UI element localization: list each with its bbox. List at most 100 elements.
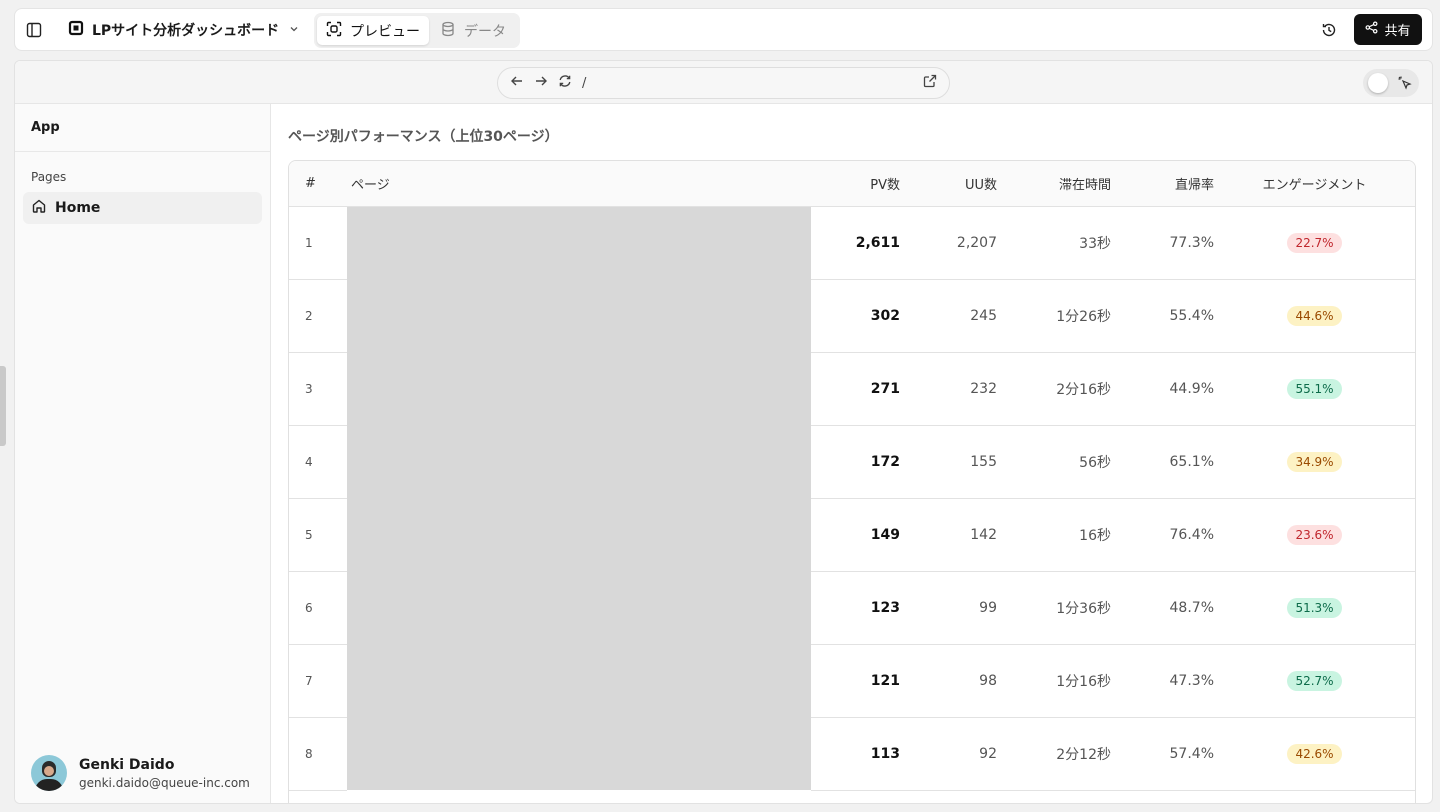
tab-preview[interactable]: プレビュー xyxy=(317,16,429,45)
window-scroll-handle[interactable] xyxy=(0,366,6,446)
pv-cell: 121 xyxy=(811,644,900,718)
history-icon[interactable] xyxy=(1320,21,1338,39)
chevron-down-icon xyxy=(289,24,299,37)
bounce-cell: 55.4% xyxy=(1111,279,1214,353)
app-sidebar: App Pages Home Genki Daido genki.daido@q… xyxy=(15,104,271,803)
engagement-badge: 55.1% xyxy=(1287,378,1342,399)
table-row[interactable]: 6 123 99 1分36秒 48.7% 51.3% xyxy=(289,571,1415,645)
engagement-cell: 34.9% xyxy=(1214,425,1415,499)
scan-icon xyxy=(326,21,342,41)
bounce-cell: 47.3% xyxy=(1111,644,1214,718)
time-cell: 2分16秒 xyxy=(997,352,1111,426)
page-cell xyxy=(347,206,811,279)
sidebar-toggle-icon[interactable] xyxy=(25,21,43,39)
page-cell xyxy=(347,498,811,571)
sidebar-item-label: Home xyxy=(55,200,101,216)
column-header-uu[interactable]: UU数 xyxy=(900,161,997,207)
pages-section-label: Pages xyxy=(31,170,67,184)
rank-cell: 6 xyxy=(289,571,347,645)
main-content: ページ別パフォーマンス（上位30ページ） # ページ PV数 UU数 滞在時間 … xyxy=(272,104,1432,803)
time-cell: 1分16秒 xyxy=(997,644,1111,718)
column-header-pv[interactable]: PV数 xyxy=(811,161,900,207)
share-icon xyxy=(1365,21,1378,38)
user-name: Genki Daido xyxy=(79,756,175,773)
table-row[interactable]: 1 2,611 2,207 33秒 77.3% 22.7% xyxy=(289,206,1415,280)
back-arrow-icon[interactable] xyxy=(510,74,524,92)
inspect-mode-toggle[interactable] xyxy=(1363,69,1419,97)
rank-cell: 1 xyxy=(289,206,347,280)
project-logo-icon xyxy=(68,20,84,40)
time-cell: 1分26秒 xyxy=(997,279,1111,353)
table-row[interactable]: 4 172 155 56秒 65.1% 34.9% xyxy=(289,425,1415,499)
top-bar: LPサイト分析ダッシュボード プレビュー データ 共有 xyxy=(14,8,1433,51)
column-header-bounce[interactable]: 直帰率 xyxy=(1111,161,1214,207)
uu-cell: 98 xyxy=(900,644,997,718)
home-icon xyxy=(31,198,47,218)
uu-cell: 142 xyxy=(900,498,997,572)
forward-arrow-icon[interactable] xyxy=(534,74,548,92)
table-row[interactable]: 2 302 245 1分26秒 55.4% 44.6% xyxy=(289,279,1415,353)
share-label: 共有 xyxy=(1384,24,1411,39)
address-bar[interactable]: / xyxy=(497,67,950,99)
bounce-cell: 77.3% xyxy=(1111,206,1214,280)
page-cell xyxy=(347,571,811,644)
page-cell xyxy=(347,717,811,790)
engagement-cell: 22.7% xyxy=(1214,206,1415,280)
tab-data-label: データ xyxy=(464,23,506,40)
engagement-cell: 52.7% xyxy=(1214,644,1415,718)
engagement-cell: 51.3% xyxy=(1214,571,1415,645)
time-cell: 16秒 xyxy=(997,498,1111,572)
engagement-badge: 34.9% xyxy=(1287,451,1342,472)
app-title: App xyxy=(15,104,270,152)
column-header-time[interactable]: 滞在時間 xyxy=(997,161,1111,207)
external-link-icon[interactable] xyxy=(923,74,937,92)
database-icon xyxy=(440,21,456,41)
tab-data[interactable]: データ xyxy=(431,16,515,45)
user-email: genki.daido@queue-inc.com xyxy=(79,775,250,790)
pv-cell: 302 xyxy=(811,279,900,353)
tab-preview-label: プレビュー xyxy=(350,23,420,40)
uu-cell: 99 xyxy=(900,571,997,645)
engagement-badge: 42.6% xyxy=(1287,743,1342,764)
bounce-cell: 57.4% xyxy=(1111,717,1214,791)
column-header-rank: # xyxy=(289,161,347,207)
share-button[interactable]: 共有 xyxy=(1354,14,1422,45)
pv-cell: 271 xyxy=(811,352,900,426)
table-row[interactable]: 5 149 142 16秒 76.4% 23.6% xyxy=(289,498,1415,572)
page-title: ページ別パフォーマンス（上位30ページ） xyxy=(288,129,559,145)
column-header-page: ページ xyxy=(347,161,811,207)
uu-cell: 2,207 xyxy=(900,206,997,280)
table-row[interactable]: 3 271 232 2分16秒 44.9% 55.1% xyxy=(289,352,1415,426)
time-cell: 1分36秒 xyxy=(997,571,1111,645)
pv-cell: 172 xyxy=(811,425,900,499)
page-cell xyxy=(347,425,811,498)
page-cell xyxy=(347,279,811,352)
engagement-badge: 23.6% xyxy=(1287,524,1342,545)
preview-frame: / App Pages Home Genki Daido genki.daido… xyxy=(14,60,1433,804)
bounce-cell: 76.4% xyxy=(1111,498,1214,572)
engagement-badge: 22.7% xyxy=(1287,232,1342,253)
pv-cell: 113 xyxy=(811,717,900,791)
uu-cell: 232 xyxy=(900,352,997,426)
project-name: LPサイト分析ダッシュボード xyxy=(92,23,280,39)
column-header-engagement[interactable]: エンゲージメント xyxy=(1214,161,1415,207)
uu-cell: 155 xyxy=(900,425,997,499)
table-header-row: # ページ PV数 UU数 滞在時間 直帰率 エンゲージメント xyxy=(289,161,1415,207)
sidebar-item-home[interactable]: Home xyxy=(23,192,262,224)
avatar xyxy=(31,755,67,791)
project-selector[interactable]: LPサイト分析ダッシュボード xyxy=(68,18,299,42)
bounce-cell: 48.7% xyxy=(1111,571,1214,645)
time-cell: 2分12秒 xyxy=(997,717,1111,791)
engagement-cell: 42.6% xyxy=(1214,717,1415,791)
engagement-badge: 51.3% xyxy=(1287,597,1342,618)
table-row[interactable]: 7 121 98 1分16秒 47.3% 52.7% xyxy=(289,644,1415,718)
rank-cell: 3 xyxy=(289,352,347,426)
table-row[interactable]: 8 113 92 2分12秒 57.4% 42.6% xyxy=(289,717,1415,791)
performance-table: # ページ PV数 UU数 滞在時間 直帰率 エンゲージメント 1 2,611 2,… xyxy=(288,160,1416,803)
engagement-cell: 23.6% xyxy=(1214,498,1415,572)
page-cell xyxy=(347,352,811,425)
user-profile[interactable]: Genki Daido genki.daido@queue-inc.com xyxy=(31,755,250,791)
time-cell: 33秒 xyxy=(997,206,1111,280)
reload-icon[interactable] xyxy=(558,74,572,92)
cursor-sparkle-icon xyxy=(1397,75,1413,95)
